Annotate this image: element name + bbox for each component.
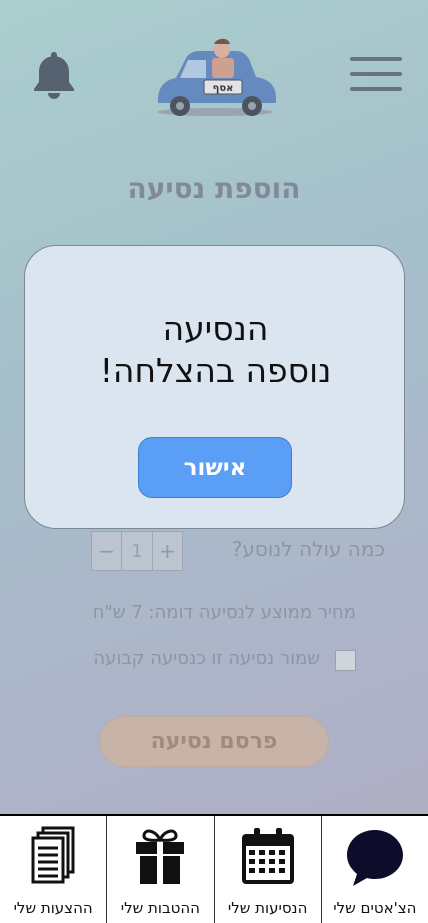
tab-label: הצ'אטים שלי: [333, 899, 417, 917]
tab-my-chats[interactable]: הצ'אטים שלי: [320, 816, 428, 923]
bottom-navigation: הצ'אטים שלי הנסיעות שלי ההטבות שלי ההצעו…: [0, 814, 428, 923]
tab-my-benefits[interactable]: ההטבות שלי: [106, 816, 213, 923]
chat-bubble-icon: [346, 830, 403, 886]
tab-label: ההצעות שלי: [13, 899, 93, 917]
documents-icon: [31, 826, 75, 884]
modal-line-2: נוספה בהצלחה!: [99, 351, 332, 390]
success-modal: הנסיעה נוספה בהצלחה! אישור: [24, 245, 405, 529]
confirm-button[interactable]: אישור: [138, 437, 292, 498]
tab-label: ההטבות שלי: [120, 899, 200, 917]
tab-my-offers[interactable]: ההצעות שלי: [0, 816, 106, 923]
modal-message: הנסיעה נוספה בהצלחה!: [25, 308, 406, 392]
tab-label: הנסיעות שלי: [227, 899, 308, 917]
tab-my-rides[interactable]: הנסיעות שלי: [213, 816, 321, 923]
modal-line-1: הנסיעה: [162, 309, 269, 348]
calendar-icon: [241, 828, 294, 884]
gift-icon: [136, 829, 185, 884]
